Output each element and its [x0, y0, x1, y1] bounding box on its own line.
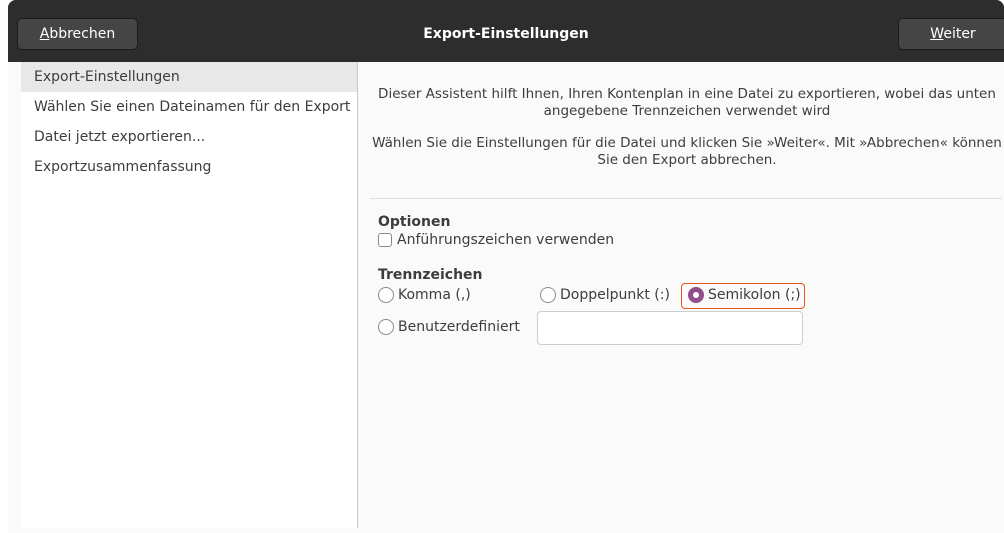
next-button[interactable]: Weiter	[898, 18, 1004, 50]
cancel-mnemonic: A	[39, 26, 50, 42]
radio-semicolon[interactable]: Semikolon (;)	[688, 287, 801, 303]
radio-colon[interactable]: Doppelpunkt (:)	[540, 287, 670, 303]
intro-paragraph-1: Dieser Assistent hilft Ihnen, Ihren Kont…	[378, 86, 996, 119]
radio-custom-label: Benutzerdefiniert	[398, 319, 520, 335]
cancel-button[interactable]: Abbrechen	[17, 18, 138, 50]
radio-custom[interactable]: Benutzerdefiniert	[378, 319, 520, 335]
radio-semicolon-label: Semikolon (;)	[708, 287, 801, 303]
separator	[370, 198, 1002, 199]
custom-separator-input[interactable]	[537, 311, 803, 345]
main-panel: Dieser Assistent hilft Ihnen, Ihren Kont…	[370, 62, 1004, 533]
intro-text: Dieser Assistent hilft Ihnen, Ihren Kont…	[370, 86, 1004, 184]
cancel-label: bbrechen	[49, 26, 116, 42]
intro-paragraph-2: Wählen Sie die Einstellungen für die Dat…	[372, 135, 1002, 168]
dialog-title: Export-Einstellungen	[423, 26, 589, 42]
next-label: eiter	[943, 26, 976, 42]
sidebar-item-export-now[interactable]: Datei jetzt exportieren...	[21, 122, 357, 152]
radio-comma[interactable]: Komma (,)	[378, 287, 471, 303]
radio-custom-button[interactable]	[378, 319, 394, 335]
quote-checkbox-row[interactable]: Anführungszeichen verwenden	[378, 232, 614, 248]
dialog-content: Export-Einstellungen Wählen Sie einen Da…	[8, 62, 1004, 533]
sidebar-item-export-summary[interactable]: Exportzusammenfassung	[21, 152, 357, 182]
radio-semicolon-button[interactable]	[688, 287, 704, 303]
quote-checkbox-label: Anführungszeichen verwenden	[397, 232, 615, 248]
quote-checkbox[interactable]	[378, 233, 392, 247]
next-mnemonic: W	[930, 26, 944, 42]
sidebar-item-export-settings[interactable]: Export-Einstellungen	[21, 62, 357, 92]
radio-colon-button[interactable]	[540, 287, 556, 303]
radio-colon-label: Doppelpunkt (:)	[560, 287, 670, 303]
dialog-window: Abbrechen Export-Einstellungen Weiter Ex…	[8, 0, 1004, 533]
assistant-sidebar: Export-Einstellungen Wählen Sie einen Da…	[21, 62, 358, 528]
radio-comma-label: Komma (,)	[398, 287, 471, 303]
sidebar-item-choose-filename[interactable]: Wählen Sie einen Dateinamen für den Expo…	[21, 92, 357, 122]
radio-comma-button[interactable]	[378, 287, 394, 303]
options-title: Optionen	[378, 214, 451, 230]
header-bar: Abbrechen Export-Einstellungen Weiter	[8, 0, 1004, 62]
separator-title: Trennzeichen	[378, 267, 483, 283]
